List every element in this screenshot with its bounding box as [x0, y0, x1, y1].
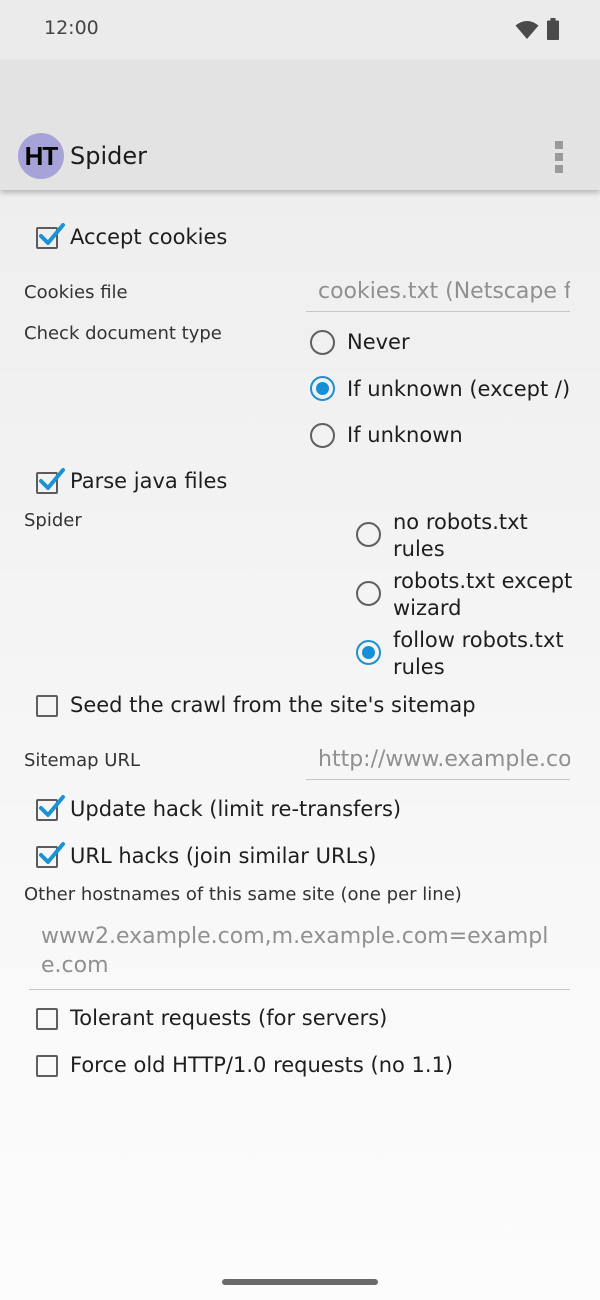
other-hostnames-label: Other hostnames of this same site (one p…	[24, 884, 462, 905]
spider-follow-robots-label: follow robots.txt rules	[393, 628, 564, 679]
doc-type-never-label: Never	[347, 330, 410, 354]
status-time: 12:00	[44, 17, 99, 39]
doc-type-if-unknown-except-label: If unknown (except /)	[347, 377, 571, 401]
check-icon	[39, 795, 65, 817]
status-bar: 12:00	[0, 0, 600, 60]
spider-label: Spider	[24, 510, 82, 531]
check-icon	[39, 842, 65, 864]
tolerant-requests-label: Tolerant requests (for servers)	[70, 1006, 388, 1030]
battery-icon	[547, 18, 559, 40]
spider-no-robots-label: no robots.txt rules	[393, 510, 528, 561]
app-logo-icon: HT	[18, 133, 64, 179]
doc-type-if-unknown-label: If unknown	[347, 423, 463, 447]
seed-sitemap-checkbox[interactable]	[36, 695, 58, 717]
check-doc-type-label: Check document type	[24, 323, 222, 344]
url-hacks-label: URL hacks (join similar URLs)	[70, 844, 377, 868]
check-icon	[39, 468, 65, 490]
doc-type-if-unknown-except-radio[interactable]	[310, 376, 335, 401]
more-options-icon[interactable]	[548, 140, 572, 174]
spider-robots-except-wizard-label: robots.txt except wizard	[393, 569, 573, 620]
url-hacks-checkbox[interactable]	[36, 842, 65, 868]
doc-type-never-radio[interactable]	[310, 330, 335, 355]
seed-sitemap-label: Seed the crawl from the site's sitemap	[70, 693, 476, 717]
spider-follow-robots-radio[interactable]	[356, 640, 381, 665]
app-bar: HT Spider	[0, 60, 600, 190]
update-hack-label: Update hack (limit re-transfers)	[70, 797, 402, 821]
cookies-file-input[interactable]	[306, 272, 570, 312]
accept-cookies-checkbox[interactable]	[36, 223, 65, 249]
sitemap-url-input[interactable]	[306, 740, 570, 780]
wifi-icon	[515, 21, 539, 39]
parse-java-checkbox[interactable]	[36, 468, 65, 494]
parse-java-label: Parse java files	[70, 469, 228, 493]
doc-type-if-unknown-radio[interactable]	[310, 423, 335, 448]
force-http10-checkbox[interactable]	[36, 1055, 58, 1077]
home-indicator[interactable]	[222, 1279, 378, 1285]
cookies-file-label: Cookies file	[24, 282, 128, 303]
spider-no-robots-radio[interactable]	[356, 522, 381, 547]
update-hack-checkbox[interactable]	[36, 795, 65, 821]
check-icon	[39, 223, 65, 245]
spider-robots-except-wizard-radio[interactable]	[356, 581, 381, 606]
accept-cookies-label: Accept cookies	[70, 225, 228, 249]
sitemap-url-label: Sitemap URL	[24, 750, 140, 771]
other-hostnames-input[interactable]	[29, 922, 570, 990]
page-title: Spider	[70, 142, 148, 170]
tolerant-requests-checkbox[interactable]	[36, 1008, 58, 1030]
force-http10-label: Force old HTTP/1.0 requests (no 1.1)	[70, 1053, 454, 1077]
